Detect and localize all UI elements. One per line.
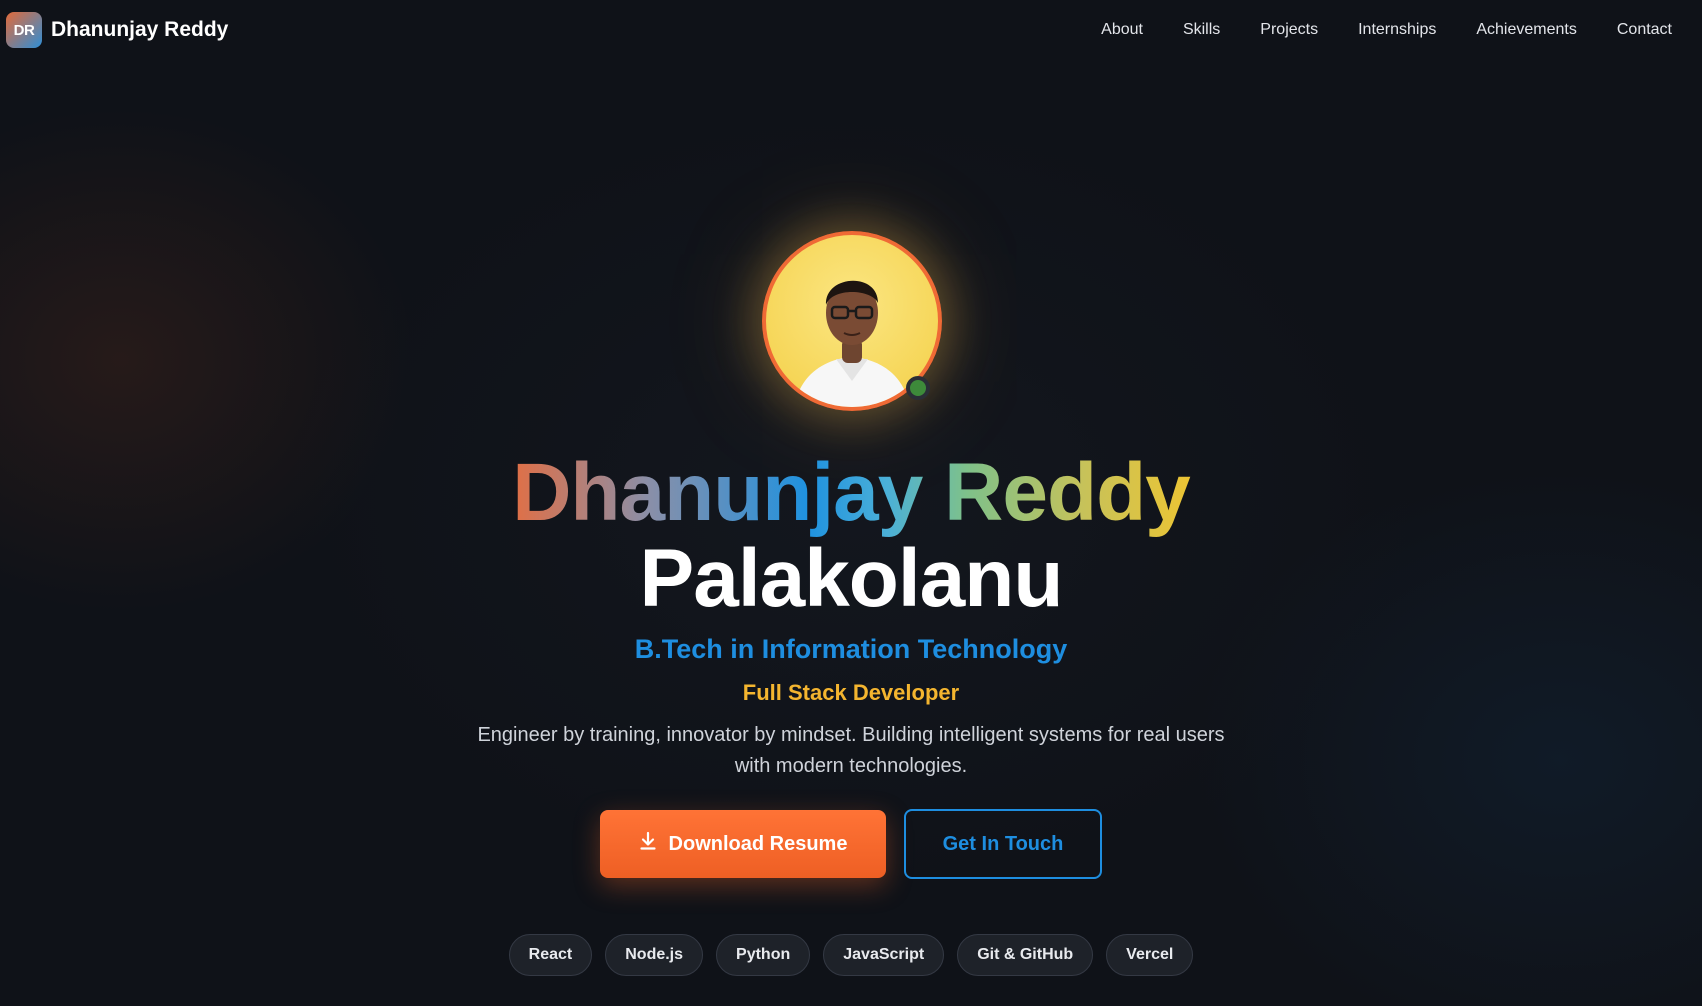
hero-name-second-line: Palakolanu xyxy=(639,533,1064,624)
hero-name-first-line: Dhanunjay Reddy xyxy=(490,448,1212,538)
get-in-touch-button[interactable]: Get In Touch xyxy=(904,809,1102,879)
online-status-indicator xyxy=(906,376,930,400)
skill-chip-react[interactable]: React xyxy=(508,934,593,976)
hero-name-first-line-wrapper: Dhanunjay Reddy xyxy=(490,448,1212,538)
skill-chip-git-github[interactable]: Git & GitHub xyxy=(957,934,1094,976)
hero-degree: B.Tech in Information Technology xyxy=(634,634,1068,664)
skill-chips: React Node.js Python JavaScript Git & Gi… xyxy=(0,934,1702,976)
hero-role: Full Stack Developer xyxy=(742,680,960,705)
hero-section: Dhanunjay Reddy Palakolanu B.Tech in Inf… xyxy=(0,0,1702,1006)
skill-chip-vercel[interactable]: Vercel xyxy=(1106,934,1194,976)
skill-chip-python[interactable]: Python xyxy=(716,934,811,976)
download-resume-button[interactable]: Download Resume xyxy=(600,810,886,878)
hero-tagline: Engineer by training, innovator by minds… xyxy=(477,724,1225,777)
skill-chip-javascript[interactable]: JavaScript xyxy=(823,934,945,976)
hero-cta-row: Download Resume Get In Touch xyxy=(600,809,1102,879)
skill-chip-nodejs[interactable]: Node.js xyxy=(605,934,704,976)
download-icon xyxy=(639,831,657,857)
download-resume-label: Download Resume xyxy=(668,832,848,855)
